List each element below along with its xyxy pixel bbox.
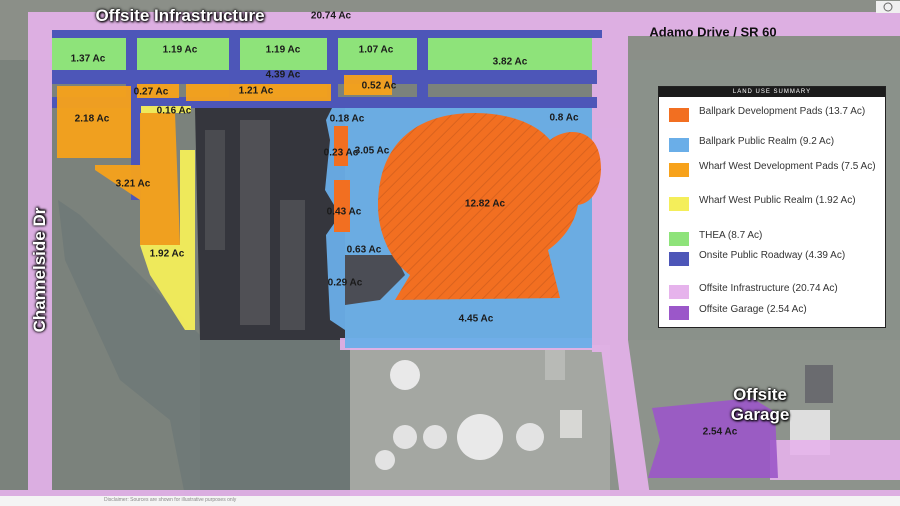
parcel-label: 2.18 Ac (74, 113, 110, 125)
parcel-label: 0.16 Ac (156, 105, 192, 117)
legend-title: LAND USE SUMMARY (659, 87, 885, 97)
legend-swatch (669, 232, 689, 246)
parcel-label: 0.8 Ac (549, 112, 579, 124)
legend-item: Onsite Public Roadway (4.39 Ac) (669, 249, 879, 266)
legend-swatch (669, 252, 689, 266)
legend-item-label: THEA (8.7 Ac) (699, 230, 763, 241)
legend-swatch (669, 138, 689, 152)
parcel-label: 1.19 Ac (162, 44, 198, 56)
parcel-label: 0.43 Ac (326, 206, 362, 218)
legend-item-label: Onsite Public Roadway (4.39 Ac) (699, 250, 846, 261)
parcel-label: 0.29 Ac (327, 277, 363, 289)
footer-note: Disclaimer: Sources are shown for illust… (104, 497, 237, 503)
parcel-label: 4.45 Ac (458, 313, 494, 325)
legend-swatch (669, 197, 689, 211)
parcel-label: 1.37 Ac (70, 53, 106, 65)
land-use-legend: LAND USE SUMMARY Ballpark Development Pa… (658, 86, 886, 328)
legend-item: Wharf West Public Realm (1.92 Ac) (669, 194, 879, 211)
parcel-label: 4.39 Ac (265, 69, 301, 81)
legend-swatch (669, 306, 689, 320)
site-plan-map: Offsite Infrastructure 20.74 Ac Adamo Dr… (0, 0, 900, 506)
offsite-total-label: 20.74 Ac (310, 10, 352, 22)
legend-item: Offsite Infrastructure (20.74 Ac) (669, 282, 879, 299)
legend-item: Offsite Garage (2.54 Ac) (669, 303, 879, 320)
legend-item: THEA (8.7 Ac) (669, 229, 879, 246)
legend-item: Wharf West Development Pads (7.5 Ac) (669, 160, 879, 177)
parcel-label: 0.63 Ac (346, 244, 382, 256)
parcel-label: 0.52 Ac (361, 80, 397, 92)
parcel-label: 0.18 Ac (329, 113, 365, 125)
parcel-label: 3.05 Ac (354, 145, 390, 157)
parcel-label: 3.82 Ac (492, 56, 528, 68)
legend-item-label: Wharf West Public Realm (1.92 Ac) (699, 195, 856, 206)
parcel-label: 1.92 Ac (149, 248, 185, 260)
legend-item-label: Wharf West Development Pads (7.5 Ac) (699, 161, 876, 172)
channelside-dr-label: Channelside Dr (30, 207, 49, 333)
parcel-label: 0.27 Ac (133, 86, 169, 98)
parcel-label: 2.54 Ac (702, 426, 738, 438)
legend-swatch (669, 285, 689, 299)
parcel-label: 3.21 Ac (115, 178, 151, 190)
parcel-label: 0.23 Ac (323, 147, 359, 159)
legend-item-label: Offsite Infrastructure (20.74 Ac) (699, 283, 838, 294)
legend-swatch (669, 163, 689, 177)
parcel-label: 1.07 Ac (358, 44, 394, 56)
parcel-label: 1.19 Ac (265, 44, 301, 56)
legend-swatch (669, 108, 689, 122)
map-title: Offsite Infrastructure (95, 6, 265, 25)
legend-item-label: Offsite Garage (2.54 Ac) (699, 304, 807, 315)
legend-item-label: Ballpark Public Realm (9.2 Ac) (699, 136, 835, 147)
corner-marker (876, 0, 900, 13)
offsite-garage-label: Offsite Garage (730, 385, 790, 424)
parcel-label: 1.21 Ac (238, 85, 274, 97)
legend-item: Ballpark Public Realm (9.2 Ac) (669, 135, 879, 152)
legend-item-label: Ballpark Development Pads (13.7 Ac) (699, 106, 866, 117)
footer-bar: Disclaimer: Sources are shown for illust… (0, 496, 900, 506)
parcel-label: 12.82 Ac (464, 198, 506, 210)
legend-item: Ballpark Development Pads (13.7 Ac) (669, 105, 879, 122)
adamo-drive-label: Adamo Drive / SR 60 (649, 24, 777, 40)
